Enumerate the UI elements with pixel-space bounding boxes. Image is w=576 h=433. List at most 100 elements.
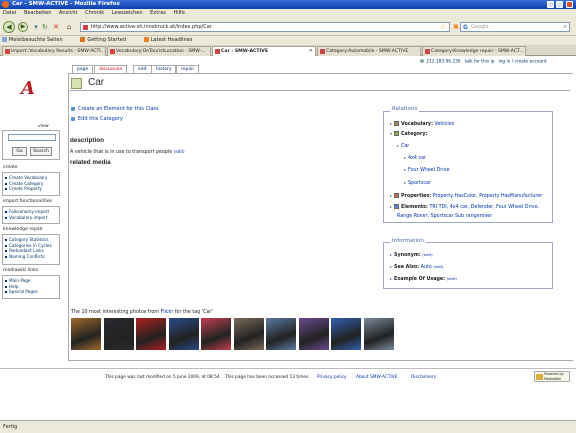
synonym-edit-link[interactable]: (edit) xyxy=(422,252,432,257)
sidebar-item[interactable]: Vocabulary import xyxy=(3,215,59,221)
flickr-photo[interactable] xyxy=(266,318,296,350)
sidebar-item[interactable]: Naming Conflicts xyxy=(3,254,59,260)
tab-repair[interactable]: repair xyxy=(176,65,200,73)
expand-arrow-icon[interactable]: ▸ xyxy=(397,143,399,148)
sidebar-section-import: Folksonomy import Vocabulary import xyxy=(2,206,60,224)
menu-bearbeiten[interactable]: Bearbeiten xyxy=(24,10,51,16)
flickr-photo[interactable] xyxy=(233,318,264,350)
forward-arrow-icon[interactable]: ▶ xyxy=(18,22,28,32)
flickr-link[interactable]: Flickr xyxy=(161,310,174,315)
browser-tab[interactable]: Category:Knowledge repair - SMW-ACT... xyxy=(422,46,526,56)
vocabulary-icon xyxy=(394,121,400,126)
sidebar-section-create: Create Vocabulary Create Category Create… xyxy=(2,172,60,196)
flickr-photo[interactable] xyxy=(363,318,394,350)
stop-icon[interactable]: ✕ xyxy=(52,23,60,31)
rss-icon[interactable]: ▣ xyxy=(452,23,460,31)
site-logo[interactable]: A xyxy=(18,79,40,101)
browser-tab[interactable]: Category:Automobile - SMW-ACTIVE xyxy=(317,46,421,56)
back-arrow-icon[interactable]: ◀ xyxy=(3,21,15,33)
expand-arrow-icon[interactable]: ▸ xyxy=(390,121,392,126)
flickr-photo[interactable] xyxy=(71,318,101,350)
maximize-icon[interactable] xyxy=(556,1,563,8)
login-link[interactable]: log in / create account xyxy=(499,60,547,65)
sidebar-item[interactable]: Special Pages xyxy=(3,289,59,295)
close-tab-icon[interactable]: ✕ xyxy=(309,47,313,56)
sidebar-section-title: mediawiki links xyxy=(3,268,39,273)
site-favicon-icon xyxy=(110,49,115,54)
flickr-photo[interactable] xyxy=(103,318,134,350)
tab-page[interactable]: page xyxy=(72,65,94,73)
see-also-edit-link[interactable]: (edit) xyxy=(433,264,443,269)
expand-arrow-icon[interactable]: ▸ xyxy=(390,252,392,257)
magnifier-icon[interactable]: ⌕ xyxy=(564,23,567,31)
browser-tab[interactable]: Import::Vocabulary Results - SMW-ACTI... xyxy=(2,46,106,56)
reload-icon[interactable]: ↻ xyxy=(41,23,49,31)
flickr-photo[interactable] xyxy=(201,318,231,350)
about-link[interactable]: About SMW-ACTIVE xyxy=(356,375,397,380)
flickr-photo[interactable] xyxy=(298,318,329,350)
elements-link[interactable]: TRI TDI, 4x4 car, Defender, Four Wheel D… xyxy=(429,205,539,210)
vocabulary-link[interactable]: Vehicles xyxy=(435,122,455,127)
flickr-photo[interactable] xyxy=(136,318,166,350)
site-favicon-icon xyxy=(215,49,220,54)
site-favicon-icon xyxy=(425,49,430,54)
see-also-link[interactable]: Auto xyxy=(421,265,432,270)
sidebar-section-title: create xyxy=(3,165,18,170)
logo-mark-icon: A xyxy=(21,78,35,99)
search-input[interactable]: G Google ⌕ xyxy=(460,22,570,32)
tab-history[interactable]: history xyxy=(151,65,177,73)
category-item: ▸ 4x4 car xyxy=(404,155,427,161)
expand-arrow-icon[interactable]: ▾ xyxy=(390,131,392,136)
bookmark-most-visited[interactable]: Meistbesuchte Seiten xyxy=(2,37,71,43)
home-icon[interactable]: ⌂ xyxy=(65,23,73,31)
tab-edit[interactable]: edit xyxy=(133,65,152,73)
navigation-toolbar: ◀ ▶ ▾ ↻ ✕ ⌂ http://www.active-sh.innsbru… xyxy=(0,18,576,36)
browser-tab[interactable]: Vocabulary:OnTouristLocation - SMW-... xyxy=(107,46,211,56)
flickr-photo[interactable] xyxy=(331,318,361,350)
bookmark-star-icon[interactable]: ☆ xyxy=(440,23,446,32)
expand-arrow-icon[interactable]: ▸ xyxy=(390,264,392,269)
flickr-photo[interactable] xyxy=(168,318,199,350)
ip-link[interactable]: 212.183.96.230 xyxy=(426,60,460,65)
bookmark-icon xyxy=(80,37,86,42)
menu-chronik[interactable]: Chronik xyxy=(85,10,104,16)
wiki-search-input[interactable] xyxy=(8,134,56,141)
expand-arrow-icon[interactable]: ▸ xyxy=(390,204,392,209)
elements-link[interactable]: Range Rover, Sportscar Sub rangerover xyxy=(397,214,492,219)
minimize-icon[interactable] xyxy=(547,1,554,8)
menu-ansicht[interactable]: Ansicht xyxy=(59,10,77,16)
menu-extras[interactable]: Extras xyxy=(150,10,166,16)
status-text: Fertig xyxy=(3,424,18,430)
search-button[interactable]: Search xyxy=(30,147,52,156)
expand-arrow-icon[interactable]: ▸ xyxy=(404,180,406,185)
google-icon: G xyxy=(463,24,468,31)
mediawiki-badge[interactable]: Powered by MediaWiki xyxy=(534,371,570,382)
close-icon[interactable] xyxy=(566,1,573,8)
bookmark-latest-headlines[interactable]: Latest Headlines xyxy=(143,37,201,43)
dropdown-chevron-icon[interactable]: ▾ xyxy=(32,23,40,31)
tab-discussion[interactable]: discussion xyxy=(94,65,128,73)
url-input[interactable]: http://www.active-sh.innsbruck.at/index.… xyxy=(80,22,450,32)
expand-arrow-icon[interactable]: ▸ xyxy=(404,167,406,172)
description-edit-link[interactable]: (edit) xyxy=(174,149,185,154)
disclaimers-link[interactable]: Disclaimers xyxy=(411,375,436,380)
bookmark-getting-started[interactable]: Getting Started xyxy=(80,37,134,43)
expand-arrow-icon[interactable]: ▸ xyxy=(390,193,392,198)
category-icon xyxy=(394,131,400,136)
go-button[interactable]: Go xyxy=(12,147,27,156)
site-favicon-icon xyxy=(320,49,325,54)
menu-hilfe[interactable]: Hilfe xyxy=(174,10,185,16)
sidebar-item[interactable]: Create Property xyxy=(3,186,59,192)
browser-tab-active[interactable]: Car - SMW-ACTIVE ✕ xyxy=(212,46,316,56)
properties-link[interactable]: Property HasColor, Property HasManufactu… xyxy=(433,194,542,199)
expand-arrow-icon[interactable]: ▸ xyxy=(390,276,392,281)
privacy-link[interactable]: Privacy policy xyxy=(317,375,347,380)
example-edit-link[interactable]: (edit) xyxy=(447,276,457,281)
expand-arrow-icon[interactable]: ▸ xyxy=(404,155,406,160)
menu-datei[interactable]: Datei xyxy=(3,10,16,16)
create-element-link[interactable]: Create an Element for this Class xyxy=(71,106,159,112)
firefox-icon xyxy=(2,1,9,8)
talk-link[interactable]: talk for this ip xyxy=(465,60,495,65)
edit-category-link[interactable]: Edit this Category xyxy=(71,116,123,122)
menu-lesezeichen[interactable]: Lesezeichen xyxy=(112,10,143,16)
